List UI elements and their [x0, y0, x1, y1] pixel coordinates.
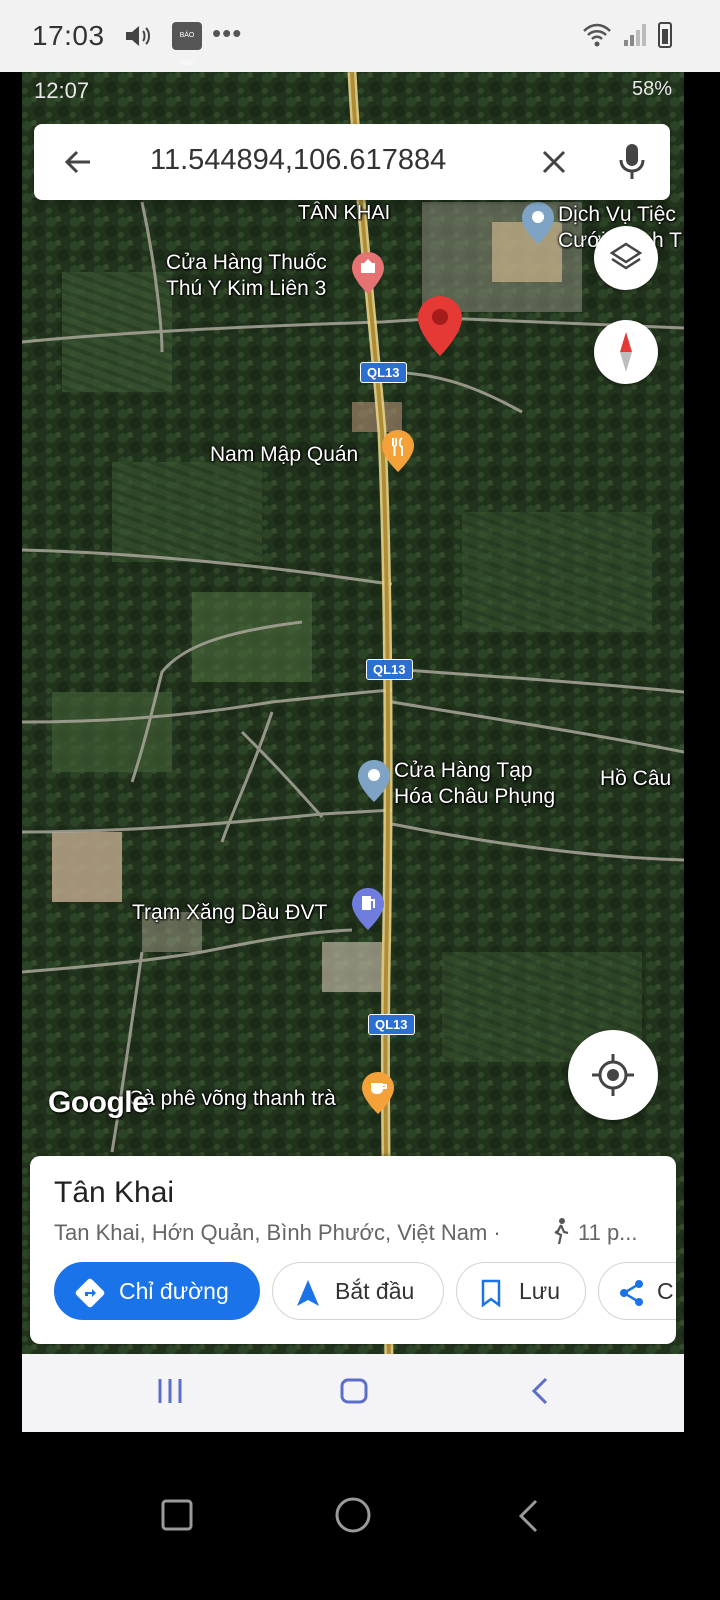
crosshair-icon [592, 1054, 634, 1096]
start-button[interactable]: Bắt đầu [272, 1262, 444, 1320]
back-icon[interactable] [530, 1376, 550, 1406]
place-title: Tân Khai [54, 1176, 175, 1209]
battery-icon [658, 22, 672, 48]
highway-shield: QL13 [360, 362, 407, 383]
area-label: TÂN KHAI [298, 202, 391, 224]
poi-label-pharmacy[interactable]: Cửa Hàng Thuốc Thú Y Kim Liên 3 [166, 250, 327, 302]
my-location-button[interactable] [568, 1030, 658, 1120]
inner-status-bar: 12:07 58% [22, 72, 684, 112]
walk-time: 11 p... [578, 1220, 638, 1245]
directions-label: Chỉ đường [119, 1278, 229, 1304]
walking-icon [554, 1218, 569, 1244]
inner-battery-percent: 58% [631, 78, 672, 100]
navigation-arrow-icon [297, 1280, 319, 1306]
start-label: Bắt đầu [335, 1278, 415, 1304]
back-icon[interactable] [516, 1498, 540, 1534]
place-card[interactable]: Tân Khai Tan Khai, Hớn Quản, Bình Phước,… [30, 1156, 676, 1344]
news-app-icon: BÁO HAY [172, 22, 202, 67]
outer-status-bar: 17:03 BÁO HAY ••• [0, 0, 720, 72]
google-attribution: Google [48, 1086, 149, 1119]
home-icon[interactable] [334, 1496, 372, 1534]
poi-label-gas[interactable]: Trạm Xăng Dầu ĐVT [132, 900, 327, 926]
poi-label-cafe[interactable]: Cà phê võng thanh trà [128, 1086, 336, 1112]
cafe-pin-icon[interactable] [362, 1072, 394, 1114]
search-bar[interactable]: 11.544894,106.617884 [34, 124, 670, 200]
layers-button[interactable] [594, 226, 658, 290]
highway-shield: QL13 [368, 1014, 415, 1035]
outer-navigation-bar [0, 1432, 720, 1600]
back-arrow-icon[interactable] [60, 144, 96, 180]
highway-shield: QL13 [366, 659, 413, 680]
share-label: C [657, 1278, 674, 1304]
share-button[interactable]: C [598, 1262, 676, 1320]
layers-icon [609, 242, 643, 270]
compass-icon [620, 332, 632, 372]
gas-station-pin-icon[interactable] [352, 888, 384, 930]
signal-icon [624, 24, 646, 46]
save-label: Lưu [519, 1278, 560, 1304]
recent-apps-icon[interactable] [156, 1376, 184, 1406]
home-icon[interactable] [339, 1376, 369, 1406]
directions-icon [75, 1278, 105, 1308]
inner-navigation-bar [22, 1354, 684, 1432]
maps-screenshot: QL13 QL13 QL13 TÂN KHAI Cửa Hàng Thuốc T… [22, 72, 684, 1432]
microphone-icon[interactable] [618, 142, 646, 182]
bookmark-icon [481, 1279, 501, 1308]
compass-button[interactable] [594, 320, 658, 384]
restaurant-pin-icon[interactable] [382, 430, 414, 472]
outer-clock: 17:03 [32, 20, 105, 51]
wifi-icon [583, 23, 611, 47]
more-notifications-icon: ••• [212, 18, 243, 48]
place-address: Tan Khai, Hớn Quản, Bình Phước, Việt Nam… [54, 1220, 501, 1245]
poi-label-pond[interactable]: Hồ Câu [600, 766, 671, 792]
close-icon[interactable] [538, 146, 570, 178]
poi-label-grocery[interactable]: Cửa Hàng Tạp Hóa Châu Phụng [394, 758, 555, 810]
pharmacy-pin-icon[interactable] [352, 252, 384, 294]
search-input[interactable]: 11.544894,106.617884 [150, 144, 446, 177]
directions-button[interactable]: Chỉ đường [54, 1262, 260, 1320]
volume-icon [126, 26, 150, 46]
share-icon [620, 1280, 643, 1306]
grocery-pin-icon[interactable] [358, 760, 390, 802]
poi-label-restaurant[interactable]: Nam Mập Quán [210, 442, 358, 468]
service-pin-icon[interactable] [522, 202, 554, 244]
save-button[interactable]: Lưu [456, 1262, 586, 1320]
recent-apps-icon[interactable] [160, 1498, 194, 1532]
location-pin-icon[interactable] [418, 296, 462, 356]
inner-clock: 12:07 [34, 78, 90, 103]
